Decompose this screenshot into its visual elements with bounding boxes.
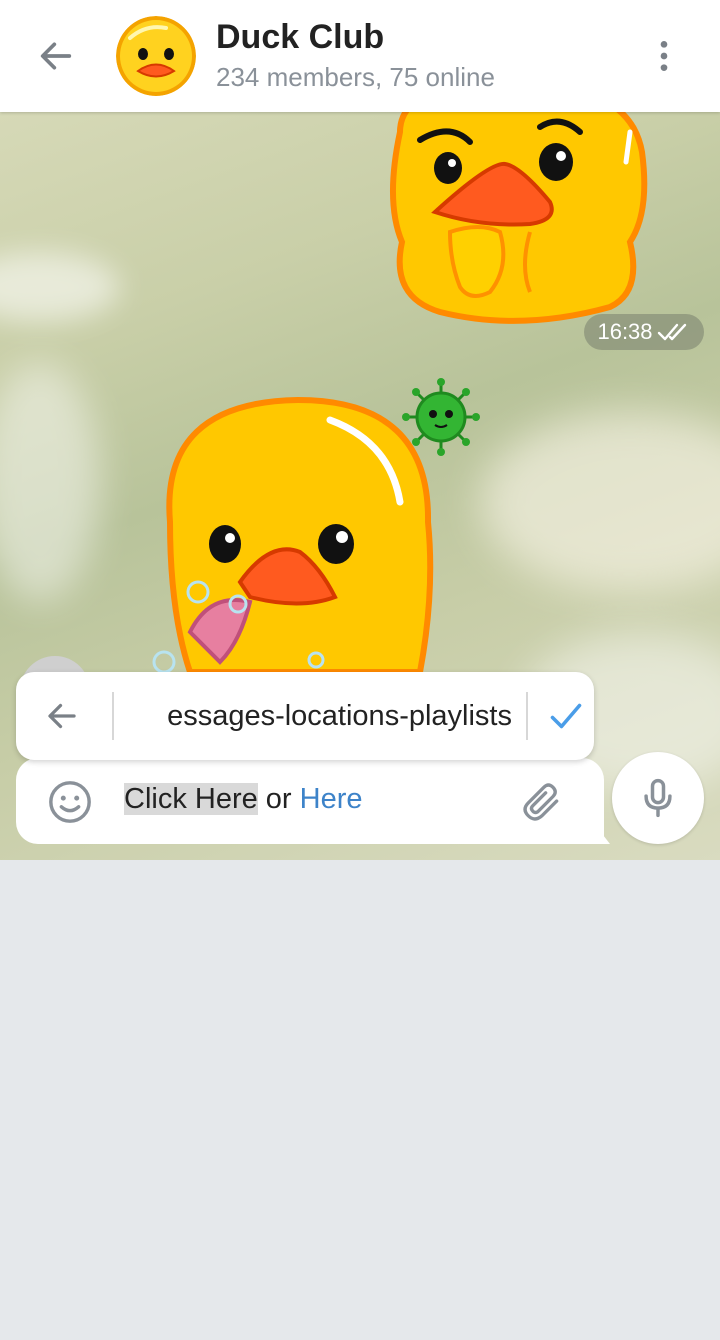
confirm-link-button[interactable]	[542, 694, 590, 738]
thinking-duck-sticker[interactable]	[380, 112, 660, 332]
link-url-input[interactable]: essages-locations-playlists	[122, 694, 512, 738]
menu-button[interactable]	[634, 26, 694, 86]
message-input[interactable]: Click Here or Here	[124, 779, 363, 819]
link-editor-back-button[interactable]	[40, 694, 84, 738]
divider	[112, 692, 114, 740]
message-composer: Click Here or Here	[16, 758, 604, 844]
arrow-left-icon	[40, 42, 72, 70]
chat-title[interactable]: Duck Club	[216, 18, 384, 57]
check-icon	[550, 703, 582, 729]
empty-keyboard-area	[0, 860, 720, 1340]
divider	[526, 692, 528, 740]
microphone-icon	[644, 778, 672, 818]
attach-button[interactable]	[516, 776, 568, 828]
selected-text[interactable]: Click Here	[124, 783, 258, 815]
message-time-badge: 16:38	[584, 314, 704, 350]
arrow-left-icon	[48, 703, 76, 729]
group-avatar[interactable]	[116, 16, 196, 96]
chat-header: Duck Club 234 members, 75 online	[0, 0, 720, 112]
message-time: 16:38	[597, 319, 653, 344]
double-check-icon	[657, 323, 686, 341]
more-vertical-icon	[660, 41, 668, 71]
message-text-middle: or	[257, 783, 300, 815]
back-button[interactable]	[26, 26, 86, 86]
paperclip-icon	[523, 783, 559, 821]
emoji-button[interactable]	[44, 776, 96, 828]
message-link-text[interactable]: Here	[300, 783, 363, 815]
chat-subtitle: 234 members, 75 online	[216, 62, 495, 92]
voice-message-button[interactable]	[612, 752, 704, 844]
link-editor-popup: essages-locations-playlists	[16, 672, 594, 760]
emoji-icon	[49, 781, 91, 823]
duck-with-soap-sticker[interactable]	[150, 392, 450, 675]
